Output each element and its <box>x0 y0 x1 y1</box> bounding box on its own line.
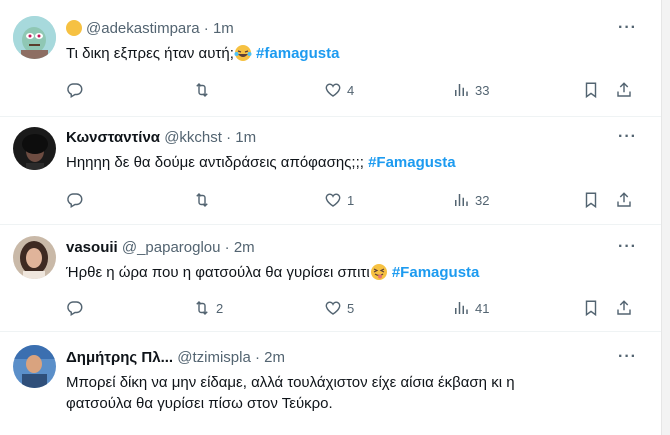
weary-face-emoji-icon <box>66 20 82 36</box>
avatar[interactable] <box>13 127 56 170</box>
reply-icon <box>67 301 83 317</box>
tweet-text-body: Τι δικη εξπρες ήταν αυτή; <box>66 45 234 62</box>
more-icon[interactable]: ··· <box>618 19 637 37</box>
share-button[interactable] <box>615 80 633 100</box>
like-button[interactable]: 4 <box>324 80 354 100</box>
share-button[interactable] <box>615 298 633 318</box>
retweet-button[interactable] <box>193 190 216 210</box>
separator-dot: · <box>203 20 209 37</box>
bookmark-icon <box>585 300 597 317</box>
tweet-text-line: Μπορεί δίκη να μην είδαμε, αλλά τουλάχισ… <box>66 374 515 391</box>
user-handle[interactable]: @adekastimpara <box>86 20 200 37</box>
views-button[interactable]: 33 <box>452 80 489 100</box>
like-icon <box>325 193 341 207</box>
retweet-icon <box>196 192 208 208</box>
bookmark-button[interactable] <box>582 190 600 210</box>
views-button[interactable]: 41 <box>452 298 489 318</box>
timeline-feed: @adekastimpara · 1m ··· Τι δικη εξπρες ή… <box>0 0 661 435</box>
reply-icon <box>67 193 83 209</box>
tweet-actions: 2 5 41 <box>66 298 646 318</box>
tweet-text: Ήρθε η ώρα που η φατσούλα θα γυρίσει σπι… <box>66 262 636 283</box>
tweet[interactable]: Δημήτρης Πλ... @tzimispla · 2m ··· Μπορε… <box>0 332 661 435</box>
views-count: 33 <box>475 82 490 98</box>
hashtag-link[interactable]: #Famagusta <box>368 154 456 171</box>
views-icon <box>455 84 468 96</box>
views-icon <box>455 302 468 314</box>
views-count: 41 <box>475 300 490 316</box>
share-button[interactable] <box>615 190 633 210</box>
like-icon <box>325 83 341 97</box>
timestamp[interactable]: 1m <box>213 20 234 37</box>
tweet[interactable]: @adekastimpara · 1m ··· Τι δικη εξπρες ή… <box>0 0 661 117</box>
tweet-text: Μπορεί δίκη να μην είδαμε, αλλά τουλάχισ… <box>66 372 636 414</box>
display-name[interactable]: Δημήτρης Πλ... <box>66 349 173 366</box>
hashtag-link[interactable]: #Famagusta <box>392 264 480 281</box>
tweet[interactable]: vasouii @_paparoglou · 2m ··· Ήρθε η ώρα… <box>0 225 661 332</box>
views-button[interactable]: 32 <box>452 190 489 210</box>
scrollbar[interactable] <box>661 0 670 435</box>
display-name[interactable]: Κωνσταντίνα <box>66 129 160 146</box>
retweet-icon <box>196 82 208 98</box>
avatar[interactable] <box>13 345 56 388</box>
separator-dot: · <box>224 239 230 256</box>
tweet-text-body: Ήρθε η ώρα που η φατσούλα θα γυρίσει σπι… <box>66 264 370 281</box>
timestamp[interactable]: 2m <box>264 349 285 366</box>
tweet-header: @adekastimpara · 1m <box>66 19 234 39</box>
tweet-text-line: φατσούλα θα γυρίσει πίσω στον Τεύκρο. <box>66 395 333 412</box>
like-count: 5 <box>347 300 355 316</box>
reply-button[interactable] <box>66 190 89 210</box>
reply-button[interactable] <box>66 298 89 318</box>
share-icon <box>617 300 631 315</box>
tweet-header: Δημήτρης Πλ... @tzimispla · 2m <box>66 348 285 368</box>
separator-dot: · <box>255 349 260 366</box>
face-with-tongue-emoji-icon <box>370 264 387 280</box>
avatar[interactable] <box>13 236 56 279</box>
separator-dot: · <box>226 129 232 146</box>
user-handle[interactable]: @kkchst <box>164 129 222 146</box>
crying-laughing-emoji-icon <box>234 45 252 61</box>
tweet-header: Κωνσταντίνα @kkchst · 1m <box>66 128 256 148</box>
more-icon[interactable]: ··· <box>618 238 637 256</box>
tweet-actions: 4 33 <box>66 80 646 100</box>
retweet-button[interactable]: 2 <box>193 298 223 318</box>
bookmark-button[interactable] <box>582 298 600 318</box>
timestamp[interactable]: 2m <box>234 239 255 256</box>
like-button[interactable]: 5 <box>324 298 354 318</box>
like-button[interactable]: 1 <box>324 190 354 210</box>
retweet-button[interactable] <box>193 80 216 100</box>
tweet-text-body: Ηηηηη δε θα δούμε αντιδράσεις απόφασης;;… <box>66 154 369 171</box>
timestamp[interactable]: 1m <box>235 129 256 146</box>
like-count: 1 <box>347 192 355 208</box>
share-icon <box>617 82 631 97</box>
share-icon <box>617 192 631 207</box>
reply-button[interactable] <box>66 80 89 100</box>
display-name[interactable]: vasouii <box>66 239 118 256</box>
avatar[interactable] <box>13 16 56 59</box>
tweet-actions: 1 32 <box>66 190 646 210</box>
retweet-icon <box>196 300 208 316</box>
tweet-text: Τι δικη εξπρες ήταν αυτή; #famagusta <box>66 43 636 64</box>
tweet[interactable]: Κωνσταντίνα @kkchst · 1m ··· Ηηηηη δε θα… <box>0 117 661 225</box>
bookmark-button[interactable] <box>582 80 600 100</box>
like-count: 4 <box>347 82 355 98</box>
more-icon[interactable]: ··· <box>618 348 637 366</box>
views-count: 32 <box>475 192 490 208</box>
user-handle[interactable]: @_paparoglou <box>122 239 221 256</box>
reply-icon <box>67 83 83 99</box>
more-icon[interactable]: ··· <box>618 128 637 146</box>
tweet-text: Ηηηηη δε θα δούμε αντιδράσεις απόφασης;;… <box>66 152 636 173</box>
bookmark-icon <box>585 82 597 99</box>
user-handle[interactable]: @tzimispla <box>177 349 251 366</box>
bookmark-icon <box>585 192 597 209</box>
hashtag-link[interactable]: #famagusta <box>256 45 339 62</box>
like-icon <box>325 301 341 315</box>
tweet-header: vasouii @_paparoglou · 2m <box>66 238 255 258</box>
retweet-count: 2 <box>216 300 224 316</box>
views-icon <box>455 194 468 206</box>
